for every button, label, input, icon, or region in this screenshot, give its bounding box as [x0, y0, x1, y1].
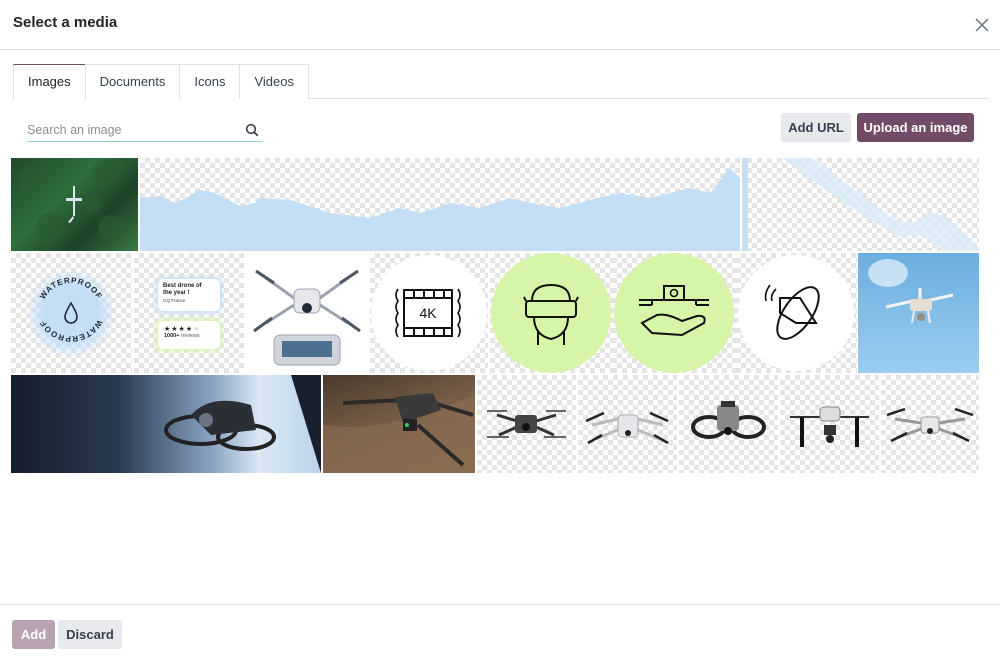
media-item-forest-drone[interactable] [11, 158, 138, 251]
drone-hand-icon [614, 253, 734, 373]
fpv-goggles-icon [491, 253, 611, 373]
media-item-avata-drone[interactable] [679, 375, 778, 473]
media-item-mini-drone-controller[interactable] [246, 253, 368, 373]
dialog-header: Select a media [0, 0, 1000, 50]
mavic-drone-thumbnail [323, 393, 475, 473]
star-rating: ★★★★★ [164, 326, 201, 333]
close-icon [975, 18, 989, 32]
4k-film-icon: 4K [371, 255, 487, 371]
rotation-orbit-icon [738, 255, 854, 371]
tab-videos[interactable]: Videos [239, 64, 309, 99]
dialog-title: Select a media [13, 14, 118, 31]
add-url-button[interactable]: Add URL [781, 113, 851, 142]
media-item-rotation-icon[interactable] [736, 253, 857, 373]
media-item-drone-sky[interactable] [858, 253, 979, 373]
media-tabs: Images Documents Icons Videos [13, 64, 988, 100]
search-box [27, 120, 263, 142]
wave-shape [742, 158, 979, 251]
discard-button[interactable]: Discard [58, 620, 122, 649]
mountain-silhouette [140, 168, 740, 251]
drone-thumbnail [19, 159, 124, 243]
dialog-footer: Add Discard [0, 604, 1000, 659]
waterproof-badge: WATERPROOF WATERPROOF [25, 267, 117, 359]
review-card-2: ★★★★★ 1000+ reviews [158, 321, 220, 349]
svg-text:4K: 4K [419, 305, 437, 321]
media-item-4k-icon[interactable]: 4K [370, 253, 488, 373]
air-drone-thumbnail [585, 411, 669, 445]
media-item-fpv-drone[interactable] [477, 375, 576, 473]
media-item-mavic-desert[interactable] [323, 375, 475, 473]
media-item-vr-goggles-icon[interactable] [490, 253, 612, 373]
media-item-review-cards[interactable]: Best drone of the year ! GQ France ★★★★★… [134, 253, 244, 373]
upload-image-button[interactable]: Upload an image [857, 113, 974, 142]
mini-drone-thumbnail [886, 407, 974, 443]
add-button[interactable]: Add [12, 620, 55, 649]
media-item-waterproof-badge[interactable]: WATERPROOF WATERPROOF [11, 253, 132, 373]
media-item-blue-mountain-silhouette[interactable] [140, 158, 740, 251]
tab-icons[interactable]: Icons [179, 64, 241, 99]
media-item-avata-banner[interactable] [11, 375, 321, 473]
fpv-drone-thumbnail [487, 410, 566, 438]
media-item-drone-hand-icon[interactable] [612, 253, 736, 373]
avata-drone-banner [164, 375, 321, 473]
tab-images[interactable]: Images [13, 64, 86, 100]
close-button[interactable] [972, 15, 992, 35]
drone-controller-thumbnail [253, 269, 361, 366]
media-item-mini-drone[interactable] [881, 375, 979, 473]
tab-documents[interactable]: Documents [84, 64, 181, 99]
media-item-air-drone[interactable] [578, 375, 677, 473]
media-item-inspire-drone[interactable] [780, 375, 879, 473]
inspire-drone-thumbnail [790, 406, 869, 447]
search-input[interactable] [27, 120, 237, 137]
search-icon[interactable] [245, 123, 259, 137]
review-card-1: Best drone of the year ! GQ France [158, 279, 220, 311]
sky-drone-thumbnail [868, 259, 954, 324]
media-item-blue-wave-shape[interactable] [742, 158, 979, 251]
avata-drone-thumbnail [691, 401, 766, 439]
